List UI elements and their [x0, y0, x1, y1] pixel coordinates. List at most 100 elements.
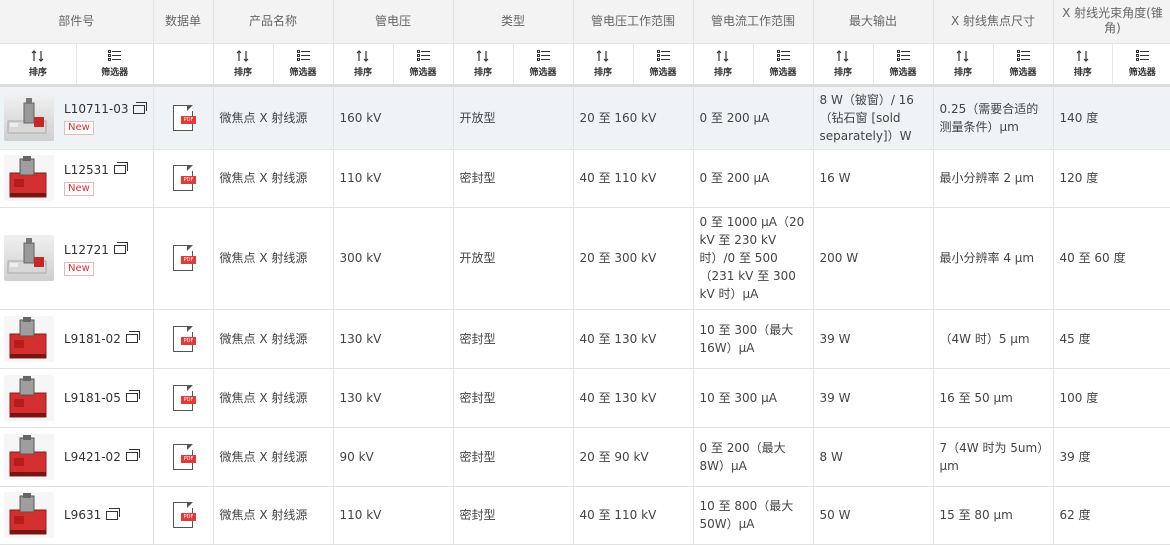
pdf-datasheet-icon[interactable]: PDF	[173, 104, 196, 131]
sort-label: 排序	[593, 67, 612, 78]
cell-maxout: 39 W	[813, 368, 934, 428]
product-image[interactable]	[4, 94, 54, 141]
product-comparison-table: 部件号 数据单 产品名称 管电压 类型 管电压工作范围 管电流工作范围 最大输出 X 射线焦点尺…	[0, 0, 1170, 545]
filter-button-angle[interactable]: 筛选器	[1113, 44, 1170, 84]
part-number-link[interactable]: L10711-03	[64, 100, 128, 118]
cell-vrange: 40 至 110 kV	[573, 486, 694, 545]
cell-voltage: 110 kV	[333, 486, 454, 545]
cell-datasheet: PDF	[153, 368, 214, 428]
cell-part: L9181-05	[0, 368, 154, 428]
cell-focal: 0.25（需要合适的测量条件）μm	[933, 85, 1054, 150]
filter-list-icon	[536, 49, 550, 65]
product-image[interactable]	[4, 492, 54, 538]
cell-voltage: 110 kV	[333, 149, 454, 208]
cell-maxout: 200 W	[813, 207, 934, 310]
sort-arrows-icon	[596, 49, 610, 65]
cell-vrange: 20 至 90 kV	[573, 427, 694, 487]
filter-button-voltage[interactable]: 筛选器	[394, 44, 453, 84]
pdf-datasheet-icon[interactable]: PDF	[173, 245, 196, 271]
col-controls-maxout: 排序 筛选器	[813, 42, 934, 85]
col-controls-name: 排序 筛选器	[213, 42, 334, 85]
table-row[interactable]: L9631 PDF 微焦点 X 射线源 110 kV 密封型 40 至 110 kV 10 …	[0, 486, 1170, 545]
table-row[interactable]: L10711-03 New PDF 微焦点 X 射线源 160 kV 开放型 20 至 16…	[0, 85, 1170, 150]
cell-voltage: 160 kV	[333, 85, 454, 150]
cell-voltage: 130 kV	[333, 368, 454, 428]
open-window-icon[interactable]	[125, 390, 140, 402]
sort-button-type[interactable]: 排序	[454, 43, 514, 84]
col-controls-focal: 排序 筛选器	[933, 42, 1054, 85]
filter-button-type[interactable]: 筛选器	[514, 44, 573, 84]
filter-label: 筛选器	[1128, 67, 1156, 78]
product-image[interactable]	[4, 235, 54, 281]
pdf-datasheet-icon[interactable]: PDF	[173, 325, 196, 352]
filter-button-vrange[interactable]: 筛选器	[634, 44, 693, 84]
cell-focal: 15 至 80 μm	[933, 486, 1054, 545]
open-window-icon[interactable]	[106, 507, 121, 520]
part-number-link[interactable]: L9181-02	[64, 330, 121, 348]
product-image[interactable]	[4, 315, 54, 362]
open-window-icon[interactable]	[113, 242, 128, 254]
cell-type: 密封型	[453, 427, 574, 487]
filter-button-maxout[interactable]: 筛选器	[874, 44, 933, 84]
filter-button-focal[interactable]: 筛选器	[994, 44, 1053, 84]
cell-part: L12531 New	[0, 149, 154, 208]
cell-angle: 100 度	[1053, 368, 1170, 428]
part-number-link[interactable]: L12531	[64, 161, 109, 179]
cell-focal: 最小分辨率 4 μm	[933, 207, 1054, 310]
sort-button-focal[interactable]: 排序	[934, 43, 994, 84]
product-image[interactable]	[4, 374, 54, 421]
pdf-datasheet-icon[interactable]: PDF	[173, 443, 196, 470]
sort-label: 排序	[233, 67, 252, 78]
product-image[interactable]	[4, 433, 54, 480]
sort-button-voltage[interactable]: 排序	[334, 43, 394, 84]
filter-label: 筛选器	[409, 67, 437, 78]
table-row[interactable]: L9181-05 PDF 微焦点 X 射线源 130 kV 密封型 40 至 130 kV…	[0, 368, 1170, 428]
part-number-link[interactable]: L12721	[64, 241, 109, 259]
col-controls-voltage: 排序 筛选器	[333, 42, 454, 85]
cell-angle: 62 度	[1053, 486, 1170, 545]
new-badge: New	[64, 261, 94, 276]
part-number-link[interactable]: L9181-05	[64, 389, 121, 407]
sort-button-maxout[interactable]: 排序	[814, 43, 874, 84]
sort-button-name[interactable]: 排序	[214, 43, 274, 84]
sort-button-crange[interactable]: 排序	[694, 43, 754, 84]
sort-button-vrange[interactable]: 排序	[574, 43, 634, 84]
new-badge: New	[64, 121, 94, 135]
table-row[interactable]: L9181-02 PDF 微焦点 X 射线源 130 kV 密封型 40 至 130 kV…	[0, 309, 1170, 369]
table-row[interactable]: L12531 New PDF 微焦点 X 射线源 110 kV 密封型 40 至 110 k…	[0, 149, 1170, 208]
cell-datasheet: PDF	[153, 486, 214, 545]
cell-angle: 120 度	[1053, 149, 1170, 208]
open-window-icon[interactable]	[113, 162, 128, 174]
cell-name: 微焦点 X 射线源	[213, 85, 334, 150]
cell-crange: 0 至 1000 μA（20 kV 至 230 kV 时）/0 至 500（23…	[693, 207, 814, 310]
open-window-icon[interactable]	[125, 449, 140, 461]
filter-list-icon	[296, 49, 310, 65]
table-row[interactable]: L12721 New PDF 微焦点 X 射线源 300 kV 开放型 20 至 300 k…	[0, 207, 1170, 310]
col-header-angle: X 射线光束角度(锥角)	[1053, 0, 1170, 43]
filter-button-part[interactable]: 筛选器	[77, 44, 153, 84]
new-badge: New	[64, 181, 94, 196]
filter-button-crange[interactable]: 筛选器	[754, 44, 813, 84]
cell-vrange: 40 至 130 kV	[573, 368, 694, 428]
cell-datasheet: PDF	[153, 427, 214, 487]
sort-button-part[interactable]: 排序	[0, 43, 77, 84]
pdf-datasheet-icon[interactable]: PDF	[173, 502, 196, 528]
pdf-datasheet-icon[interactable]: PDF	[173, 384, 196, 411]
table-row[interactable]: L9421-02 PDF 微焦点 X 射线源 90 kV 密封型 20 至 90 kV 0 …	[0, 427, 1170, 487]
col-header-vrange: 管电压工作范围	[573, 0, 694, 43]
product-image[interactable]	[4, 155, 54, 201]
filter-list-icon	[108, 49, 122, 65]
cell-crange: 0 至 200（最大 8W）μA	[693, 427, 814, 487]
col-header-name: 产品名称	[213, 0, 334, 43]
filter-button-name[interactable]: 筛选器	[274, 44, 333, 84]
open-window-icon[interactable]	[125, 331, 140, 343]
part-number-link[interactable]: L9421-02	[64, 448, 121, 466]
sort-button-angle[interactable]: 排序	[1054, 43, 1113, 84]
part-number-link[interactable]: L9631	[64, 506, 101, 524]
cell-focal: 最小分辨率 2 μm	[933, 149, 1054, 208]
pdf-datasheet-icon[interactable]: PDF	[173, 165, 196, 191]
open-window-icon[interactable]	[133, 101, 148, 114]
pdf-tag: PDF	[181, 256, 196, 264]
sort-arrows-icon	[836, 49, 850, 65]
filter-label: 筛选器	[289, 67, 317, 78]
